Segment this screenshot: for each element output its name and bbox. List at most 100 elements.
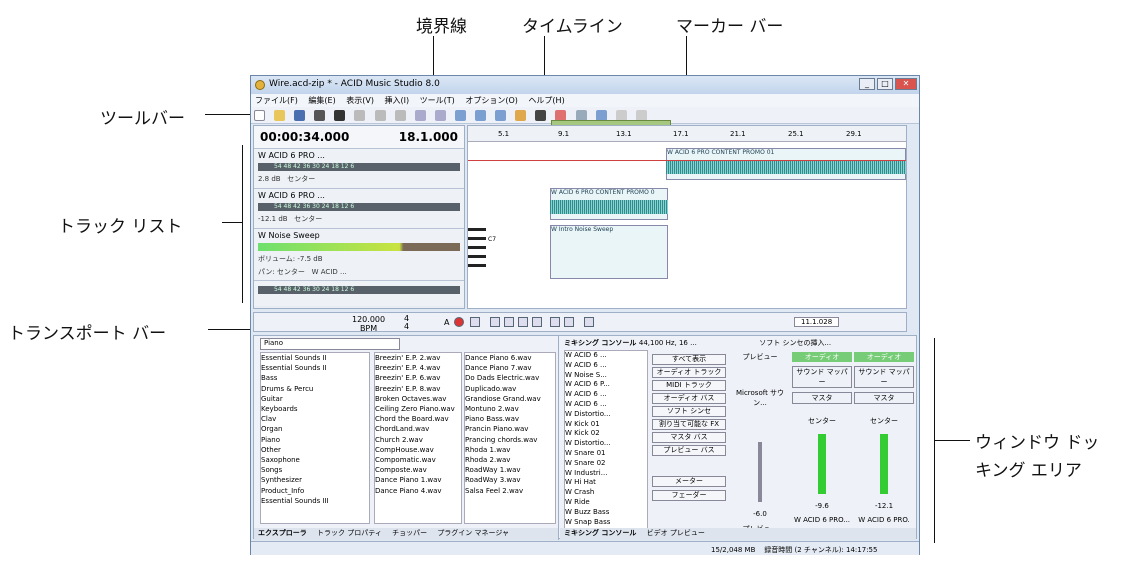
timeline[interactable]: 5.1 9.1 13.1 17.1 21.1 25.1 29.1 W ACID … [467,125,907,309]
mixer-list-item[interactable]: W Buzz Bass [565,508,647,518]
mixer-list-item[interactable]: W Industri... [565,469,647,479]
menu-insert[interactable]: 挿入(I) [385,96,410,105]
track-pan[interactable]: パン: センター [258,268,305,276]
file-item[interactable]: Rhoda 2.wav [465,455,555,465]
mixer-view-button[interactable]: マスタ バス [652,432,726,443]
tree-item[interactable]: Other [261,445,369,455]
minimize-button[interactable]: _ [859,78,875,90]
record-button[interactable] [454,317,464,327]
undo-icon[interactable] [414,110,426,121]
insert-softsynth[interactable]: ソフト シンセの挿入... [759,339,831,347]
mixer-list-item[interactable]: W Ride [565,498,647,508]
new-icon[interactable] [254,110,265,121]
strip-pan[interactable]: センター [792,416,852,426]
mixer-list-item[interactable]: W Snap Bass [565,518,647,528]
menu-view[interactable]: 表示(V) [346,96,374,105]
mixer-track-list[interactable]: W ACID 6 ... W ACID 6 ... W Noise S... W AC… [564,350,648,530]
play-button[interactable] [504,317,514,327]
copy-icon[interactable] [374,110,386,121]
tab-track-properties[interactable]: トラック プロパティ [317,529,382,537]
mixer-view-button[interactable]: ソフト シンセ [652,406,726,417]
tree-item[interactable]: Songs [261,465,369,475]
mixer-view-button[interactable]: オーディオ バス [652,393,726,404]
tree-item[interactable]: Drums & Percu [261,384,369,394]
strip-device[interactable]: Microsoft サウン... [730,388,790,408]
file-item[interactable]: Compomatic.wav [375,455,461,465]
file-item[interactable]: Dance Piano 6.wav [465,353,555,363]
file-item[interactable]: Rhoda 1.wav [465,445,555,455]
file-item[interactable]: RoadWay 3.wav [465,475,555,485]
file-item[interactable]: Montuno 2.wav [465,404,555,414]
strip-bus[interactable]: マスタ [854,392,914,404]
tree-item[interactable]: Essential Sounds III [261,496,369,506]
file-item[interactable]: Church 2.wav [375,435,461,445]
strip-device[interactable]: サウンド マッパー [792,366,852,388]
properties-icon[interactable] [334,110,346,121]
mixer-list-item[interactable]: W Distortio... [565,410,647,420]
maximize-button[interactable]: □ [877,78,893,90]
file-item[interactable]: Duplicado.wav [465,384,555,394]
mixer-list-item[interactable]: W ACID 6 P... [565,380,647,390]
cut-icon[interactable] [354,110,366,121]
file-item[interactable]: Broken Octaves.wav [375,394,461,404]
tab-plugin-manager[interactable]: プラグイン マネージャ [437,529,509,537]
strip-device[interactable]: サウンド マッパー [854,366,914,388]
mixer-list-item[interactable]: W Kick 02 [565,429,647,439]
tree-item[interactable]: Synthesizer [261,475,369,485]
tree-item[interactable]: Bass [261,373,369,383]
file-item[interactable]: Ceiling Zero Piano.wav [375,404,461,414]
next-button[interactable] [564,317,574,327]
file-list[interactable]: Breezin' E.P. 2.wav Breezin' E.P. 4.wav Br… [374,352,462,524]
tab-video-preview[interactable]: ビデオ プレビュー [647,529,705,537]
track-pan[interactable]: センター [287,175,315,183]
mixer-list-item[interactable]: W Noise S... [565,371,647,381]
loop-button[interactable] [470,317,480,327]
close-button[interactable]: ✕ [895,78,917,90]
track-header[interactable]: W ACID 6 PRO ... 54 48 42 36 30 24 18 12… [254,188,464,228]
cursor-icon[interactable] [495,110,507,121]
mixer-view-button[interactable]: フェーダー [652,490,726,501]
tree-item[interactable]: Guitar [261,394,369,404]
mixer-view-button[interactable]: プレビュー バス [652,445,726,456]
file-item[interactable]: Chord the Board.wav [375,414,461,424]
tree-item[interactable]: Keyboards [261,404,369,414]
tree-item[interactable]: Organ [261,424,369,434]
file-item[interactable]: Dance Piano 1.wav [375,475,461,485]
tempo-display[interactable]: 120.000 BPM [352,315,385,333]
file-item[interactable]: Prancing chords.wav [465,435,555,445]
menu-options[interactable]: オプション(O) [465,96,518,105]
tree-item[interactable]: Product_Info [261,486,369,496]
mixer-list-item[interactable]: W ACID 6 ... [565,390,647,400]
strip-bus[interactable]: マスタ [792,392,852,404]
mixer-view-button[interactable]: 割り当て可能な FX [652,419,726,430]
track-header[interactable]: W ACID 6 PRO ... 54 48 42 36 30 24 18 12… [254,148,464,188]
mixer-view-button[interactable]: オーディオ トラック [652,367,726,378]
mixer-list-item[interactable]: W ACID 6 ... [565,400,647,410]
save-icon[interactable] [294,110,306,121]
file-item[interactable]: CompHouse.wav [375,445,461,455]
mixer-view-button[interactable]: メーター [652,476,726,487]
file-item[interactable]: Grandiose Grand.wav [465,394,555,404]
beat-ruler[interactable]: 5.1 9.1 13.1 17.1 21.1 25.1 29.1 [468,126,906,142]
key-display[interactable]: A [444,318,449,327]
file-item[interactable]: Piano Bass.wav [465,414,555,424]
file-item[interactable]: Prancin Piano.wav [465,424,555,434]
play-from-start-button[interactable] [490,317,500,327]
mixer-view-button[interactable]: すべて表示 [652,354,726,365]
grid-icon[interactable] [454,110,466,121]
metronome-button[interactable] [584,317,594,327]
file-item[interactable]: Composte.wav [375,465,461,475]
tab-chopper[interactable]: チョッパー [392,529,427,537]
paste-icon[interactable] [394,110,406,121]
file-item[interactable]: Dance Piano 7.wav [465,363,555,373]
redo-icon[interactable] [434,110,446,121]
track-header[interactable]: W Noise Sweep ボリューム: -7.5 dB パン: センター W … [254,228,464,280]
snap-icon[interactable] [475,110,487,121]
tree-item[interactable]: Essential Sounds II [261,363,369,373]
event-clip[interactable]: W Intro Noise Sweep [550,225,668,279]
file-item[interactable]: Dance Piano 4.wav [375,486,461,496]
mixer-list-item[interactable]: W Kick 01 [565,420,647,430]
time-signature[interactable]: 44 [404,315,409,331]
folder-tree[interactable]: Essential Sounds II Essential Sounds II Ba… [260,352,370,524]
file-item[interactable]: Do Dads Electric.wav [465,373,555,383]
